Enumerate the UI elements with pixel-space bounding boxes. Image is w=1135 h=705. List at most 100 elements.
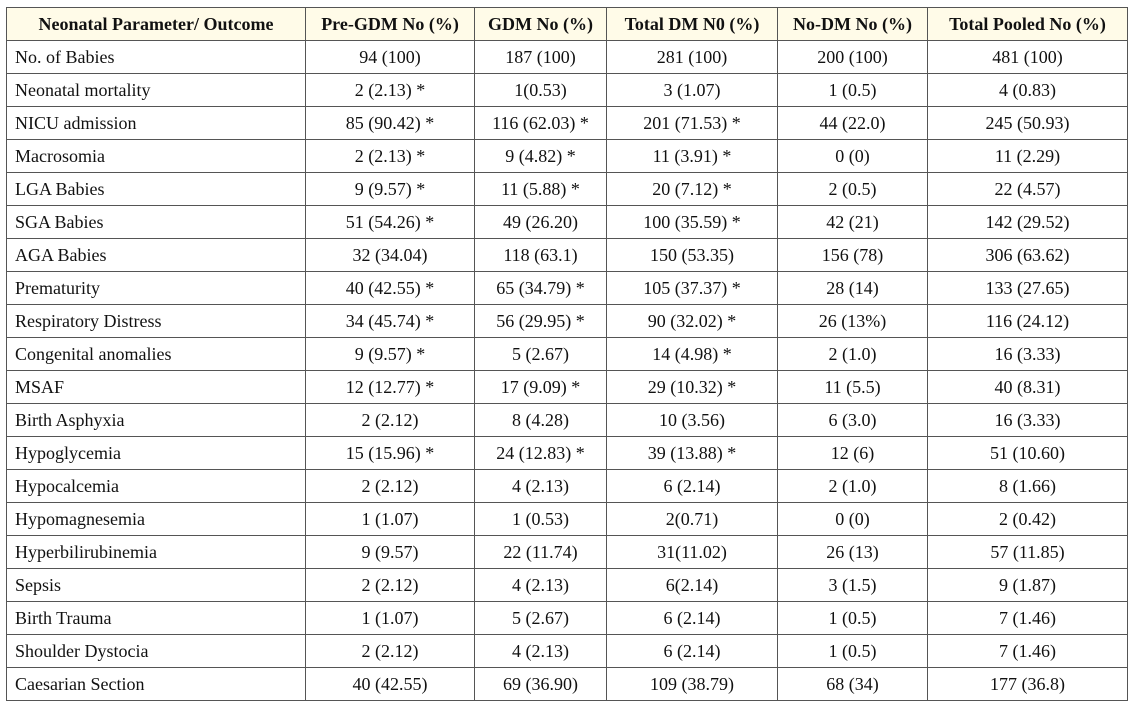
table-cell: 11 (3.91) *: [606, 139, 778, 173]
row-label: Respiratory Distress: [6, 304, 306, 338]
table-header-row: Neonatal Parameter/ Outcome Pre-GDM No (%…: [6, 7, 1128, 41]
table-row: Respiratory Distress 34 (45.74) * 56 (29.9…: [6, 304, 1128, 338]
table-cell: 26 (13%): [777, 304, 928, 338]
table-cell: 150 (53.35): [606, 238, 778, 272]
table-cell: 49 (26.20): [474, 205, 607, 239]
table-cell: 1 (0.5): [777, 601, 928, 635]
table-cell: 24 (12.83) *: [474, 436, 607, 470]
table-cell: 68 (34): [777, 667, 928, 701]
table-cell: 200 (100): [777, 40, 928, 74]
table-cell: 16 (3.33): [927, 337, 1128, 371]
table-cell: 187 (100): [474, 40, 607, 74]
table-row: Sepsis 2 (2.12) 4 (2.13) 6(2.14) 3 (1.5) 9 (1…: [6, 568, 1128, 602]
row-label: Birth Asphyxia: [6, 403, 306, 437]
table-cell: 22 (11.74): [474, 535, 607, 569]
table-cell: 11 (5.5): [777, 370, 928, 404]
table-cell: 15 (15.96) *: [305, 436, 475, 470]
row-label: Hypocalcemia: [6, 469, 306, 503]
neonatal-outcomes-table: Neonatal Parameter/ Outcome Pre-GDM No (%…: [6, 7, 1128, 701]
table-cell: 90 (32.02) *: [606, 304, 778, 338]
table-cell: 9 (9.57): [305, 535, 475, 569]
table-cell: 5 (2.67): [474, 337, 607, 371]
table-row: No. of Babies 94 (100) 187 (100) 281 (100) 2…: [6, 40, 1128, 74]
row-label: Shoulder Dystocia: [6, 634, 306, 668]
row-label: NICU admission: [6, 106, 306, 140]
table-cell: 281 (100): [606, 40, 778, 74]
table-cell: 109 (38.79): [606, 667, 778, 701]
row-label: Sepsis: [6, 568, 306, 602]
table-cell: 5 (2.67): [474, 601, 607, 635]
table-cell: 142 (29.52): [927, 205, 1128, 239]
table-row: SGA Babies 51 (54.26) * 49 (26.20) 100 (35.…: [6, 205, 1128, 239]
table-row: Hypoglycemia 15 (15.96) * 24 (12.83) * 39 (…: [6, 436, 1128, 470]
table-cell: 12 (12.77) *: [305, 370, 475, 404]
table-cell: 177 (36.8): [927, 667, 1128, 701]
table-cell: 1 (0.53): [474, 502, 607, 536]
column-header: Pre-GDM No (%): [305, 7, 475, 41]
table-cell: 10 (3.56): [606, 403, 778, 437]
table-cell: 40 (42.55): [305, 667, 475, 701]
table-cell: 4 (2.13): [474, 469, 607, 503]
table-cell: 1 (1.07): [305, 601, 475, 635]
row-label: Hyperbilirubinemia: [6, 535, 306, 569]
table-cell: 16 (3.33): [927, 403, 1128, 437]
table-row: Hyperbilirubinemia 9 (9.57) 22 (11.74) 31(1…: [6, 535, 1128, 569]
table-cell: 14 (4.98) *: [606, 337, 778, 371]
table-cell: 481 (100): [927, 40, 1128, 74]
row-label: Birth Trauma: [6, 601, 306, 635]
table-cell: 7 (1.46): [927, 634, 1128, 668]
table-cell: 2 (2.13) *: [305, 139, 475, 173]
column-header: Total DM N0 (%): [606, 7, 778, 41]
table-cell: 133 (27.65): [927, 271, 1128, 305]
table-cell: 40 (42.55) *: [305, 271, 475, 305]
table-cell: 0 (0): [777, 139, 928, 173]
table-cell: 34 (45.74) *: [305, 304, 475, 338]
table-cell: 100 (35.59) *: [606, 205, 778, 239]
table-cell: 4 (0.83): [927, 73, 1128, 107]
table-cell: 32 (34.04): [305, 238, 475, 272]
row-label: SGA Babies: [6, 205, 306, 239]
table-cell: 11 (2.29): [927, 139, 1128, 173]
table-cell: 65 (34.79) *: [474, 271, 607, 305]
table-cell: 11 (5.88) *: [474, 172, 607, 206]
row-label: No. of Babies: [6, 40, 306, 74]
table-cell: 4 (2.13): [474, 568, 607, 602]
table-cell: 201 (71.53) *: [606, 106, 778, 140]
table-row: Hypocalcemia 2 (2.12) 4 (2.13) 6 (2.14) 2 (1…: [6, 469, 1128, 503]
table-cell: 51 (10.60): [927, 436, 1128, 470]
table-cell: 2 (0.5): [777, 172, 928, 206]
table-cell: 105 (37.37) *: [606, 271, 778, 305]
table-cell: 57 (11.85): [927, 535, 1128, 569]
row-label: Caesarian Section: [6, 667, 306, 701]
table-cell: 28 (14): [777, 271, 928, 305]
table-cell: 3 (1.5): [777, 568, 928, 602]
table-cell: 2 (2.12): [305, 469, 475, 503]
row-label: Hypomagnesemia: [6, 502, 306, 536]
table-cell: 39 (13.88) *: [606, 436, 778, 470]
table-cell: 116 (24.12): [927, 304, 1128, 338]
table-cell: 2 (2.13) *: [305, 73, 475, 107]
table-cell: 2 (2.12): [305, 403, 475, 437]
table-row: NICU admission 85 (90.42) * 116 (62.03) * 2…: [6, 106, 1128, 140]
table-row: Hypomagnesemia 1 (1.07) 1 (0.53) 2(0.71) 0 (…: [6, 502, 1128, 536]
table-cell: 17 (9.09) *: [474, 370, 607, 404]
table-cell: 31(11.02): [606, 535, 778, 569]
table-cell: 2(0.71): [606, 502, 778, 536]
table-row: Caesarian Section 40 (42.55) 69 (36.90) 109…: [6, 667, 1128, 701]
table-cell: 69 (36.90): [474, 667, 607, 701]
column-header: No-DM No (%): [777, 7, 928, 41]
table-cell: 12 (6): [777, 436, 928, 470]
table-cell: 1 (0.5): [777, 634, 928, 668]
table-cell: 6 (2.14): [606, 634, 778, 668]
table-cell: 6 (2.14): [606, 601, 778, 635]
table-cell: 156 (78): [777, 238, 928, 272]
table-cell: 94 (100): [305, 40, 475, 74]
row-label: LGA Babies: [6, 172, 306, 206]
table-row: Congenital anomalies 9 (9.57) * 5 (2.67) 14…: [6, 337, 1128, 371]
table-cell: 8 (4.28): [474, 403, 607, 437]
table-row: Macrosomia 2 (2.13) * 9 (4.82) * 11 (3.91) …: [6, 139, 1128, 173]
table-cell: 8 (1.66): [927, 469, 1128, 503]
table-cell: 7 (1.46): [927, 601, 1128, 635]
row-label: Prematurity: [6, 271, 306, 305]
table-cell: 9 (4.82) *: [474, 139, 607, 173]
